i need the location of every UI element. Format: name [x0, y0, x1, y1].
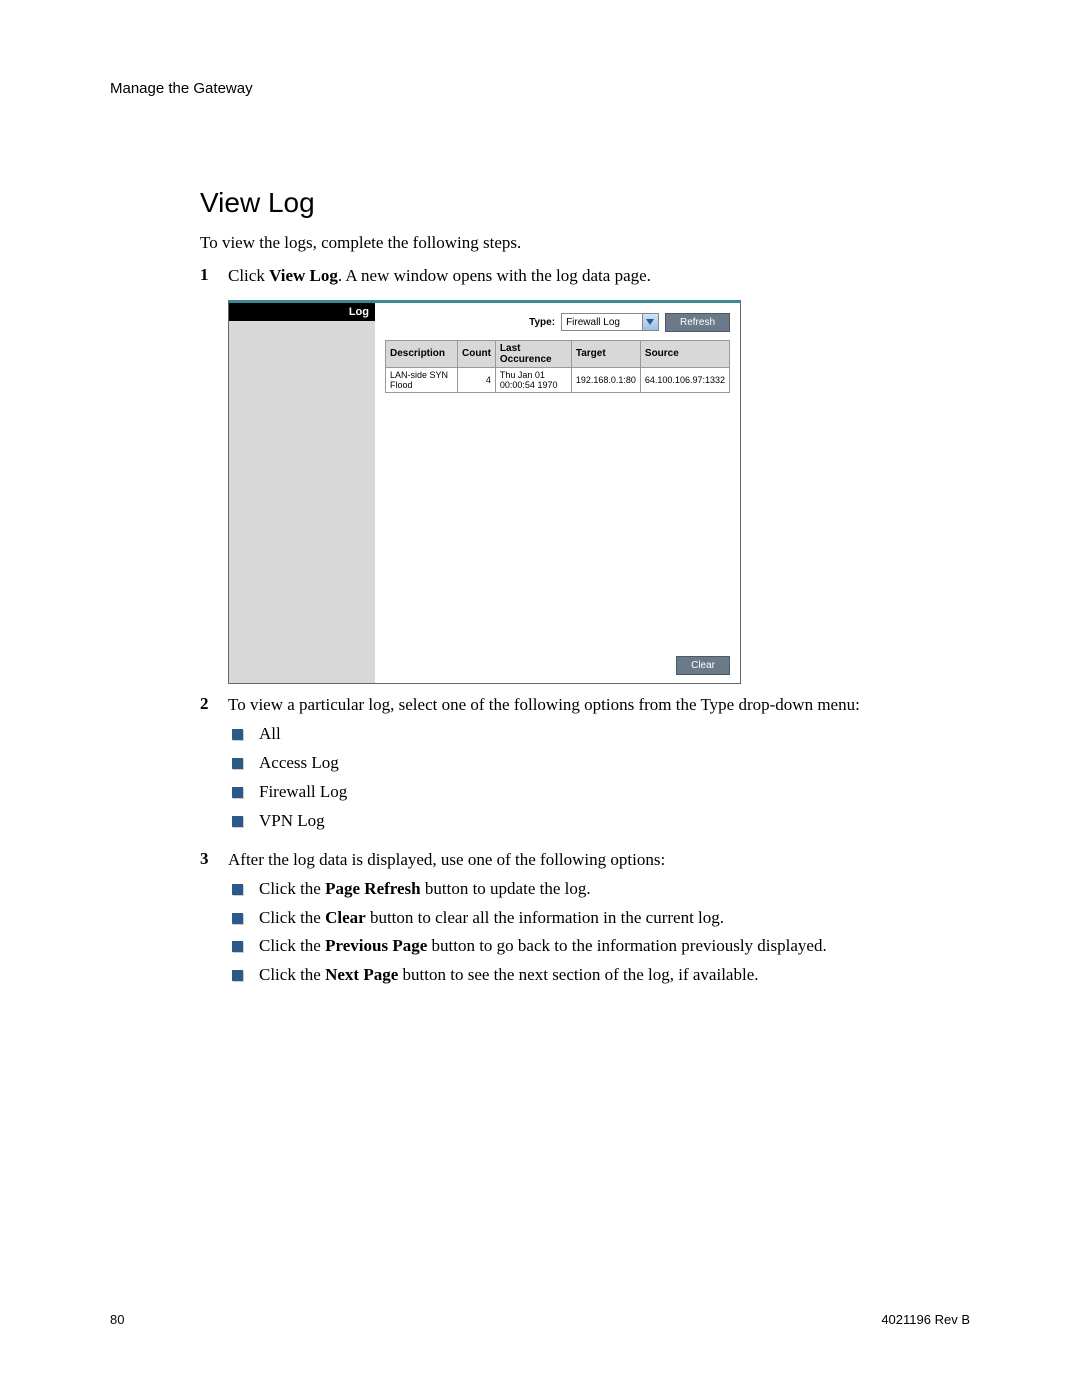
bold-text: View Log: [269, 266, 338, 285]
text: button to clear all the information in t…: [366, 908, 724, 927]
list-item: Firewall Log: [232, 781, 970, 804]
log-content-area: Type: Firewall Log Refresh Description: [375, 303, 740, 683]
step-2: 2 To view a particular log, select one o…: [200, 694, 970, 839]
square-bullet-icon: [232, 941, 243, 952]
step-number: 2: [200, 694, 228, 839]
text: Firewall Log: [259, 781, 347, 804]
text: button to update the log.: [421, 879, 591, 898]
log-window-figure: Log Type: Firewall Log Refresh: [228, 300, 741, 684]
list-item: Click the Page Refresh button to update …: [232, 878, 970, 901]
doc-id: 4021196 Rev B: [881, 1312, 970, 1327]
type-value: Firewall Log: [562, 317, 642, 328]
type-dropdown[interactable]: Firewall Log: [561, 313, 659, 331]
type-label: Type:: [529, 317, 555, 328]
text: Access Log: [259, 752, 339, 775]
step-number: 1: [200, 265, 228, 288]
square-bullet-icon: [232, 816, 243, 827]
step-text: After the log data is displayed, use one…: [228, 849, 970, 994]
text: All: [259, 723, 281, 746]
th-last-occurence: Last Occurence: [495, 340, 571, 367]
bold-text: Clear: [325, 908, 366, 927]
list-item: VPN Log: [232, 810, 970, 833]
text: button to see the next section of the lo…: [398, 965, 758, 984]
step-text: To view a particular log, select one of …: [228, 694, 970, 839]
step-text: Click View Log. A new window opens with …: [228, 265, 970, 288]
list-item: Click the Previous Page button to go bac…: [232, 935, 970, 958]
td-source: 64.100.106.97:1332: [640, 367, 729, 392]
text: Click the: [259, 879, 325, 898]
step-1: 1 Click View Log. A new window opens wit…: [200, 265, 970, 288]
clear-button[interactable]: Clear: [676, 656, 730, 675]
text: . A new window opens with the log data p…: [338, 266, 651, 285]
text: Click: [228, 266, 269, 285]
list-item: Click the Clear button to clear all the …: [232, 907, 970, 930]
td-description: LAN-side SYN Flood: [386, 367, 458, 392]
section-title: View Log: [200, 187, 970, 219]
page-header: Manage the Gateway: [110, 80, 970, 97]
sidebar-title: Log: [229, 303, 375, 321]
refresh-button[interactable]: Refresh: [665, 313, 730, 332]
list-item: All: [232, 723, 970, 746]
text: Click the: [259, 965, 325, 984]
log-table: Description Count Last Occurence Target …: [385, 340, 730, 393]
th-description: Description: [386, 340, 458, 367]
square-bullet-icon: [232, 729, 243, 740]
intro-text: To view the logs, complete the following…: [200, 233, 970, 253]
text: To view a particular log, select one of …: [228, 695, 860, 714]
text: After the log data is displayed, use one…: [228, 850, 665, 869]
list-item: Click the Next Page button to see the ne…: [232, 964, 970, 987]
text: button to go back to the information pre…: [427, 936, 826, 955]
bold-text: Page Refresh: [325, 879, 421, 898]
page-footer: 80 4021196 Rev B: [110, 1312, 970, 1327]
square-bullet-icon: [232, 787, 243, 798]
list-item: Access Log: [232, 752, 970, 775]
square-bullet-icon: [232, 970, 243, 981]
page-number: 80: [110, 1312, 124, 1327]
table-row: LAN-side SYN Flood 4 Thu Jan 01 00:00:54…: [386, 367, 730, 392]
td-count: 4: [458, 367, 496, 392]
bold-text: Previous Page: [325, 936, 427, 955]
square-bullet-icon: [232, 758, 243, 769]
step-number: 3: [200, 849, 228, 994]
step-3: 3 After the log data is displayed, use o…: [200, 849, 970, 994]
text: Click the: [259, 908, 325, 927]
td-last: Thu Jan 01 00:00:54 1970: [495, 367, 571, 392]
th-target: Target: [571, 340, 640, 367]
td-target: 192.168.0.1:80: [571, 367, 640, 392]
chevron-down-icon: [642, 314, 658, 330]
text: VPN Log: [259, 810, 325, 833]
square-bullet-icon: [232, 884, 243, 895]
log-sidebar: Log: [229, 303, 375, 683]
th-source: Source: [640, 340, 729, 367]
square-bullet-icon: [232, 913, 243, 924]
th-count: Count: [458, 340, 496, 367]
bold-text: Next Page: [325, 965, 398, 984]
table-header-row: Description Count Last Occurence Target …: [386, 340, 730, 367]
text: Click the: [259, 936, 325, 955]
